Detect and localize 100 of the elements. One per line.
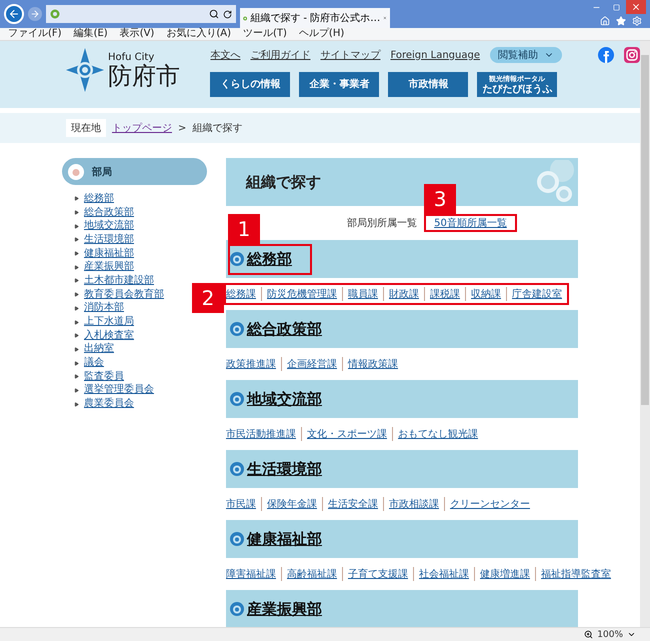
bullet-icon bbox=[74, 292, 79, 298]
division-link[interactable]: 庁舎建設室 bbox=[506, 287, 567, 301]
division-link[interactable]: 高齢福祉課 bbox=[281, 567, 342, 581]
bullet-icon bbox=[74, 264, 79, 270]
annotation-number: 3 bbox=[424, 184, 456, 214]
view-link[interactable]: 部局別所属一覧 bbox=[339, 216, 426, 230]
menu-item[interactable]: ツール(T) bbox=[243, 28, 287, 40]
close-icon bbox=[631, 2, 641, 12]
division-link[interactable]: 市民活動推進課 bbox=[226, 427, 301, 441]
division-link[interactable]: 障害福祉課 bbox=[226, 567, 281, 581]
sidebar-link[interactable]: 選挙管理委員会 bbox=[84, 384, 154, 396]
refresh-icon[interactable] bbox=[223, 10, 232, 18]
sidebar-link[interactable]: 土木都市建設部 bbox=[84, 274, 154, 287]
forward-button[interactable] bbox=[28, 7, 42, 21]
bullet-icon bbox=[74, 210, 79, 216]
division-link[interactable]: 健康増進課 bbox=[474, 567, 535, 581]
division-link[interactable]: 情報政策課 bbox=[342, 357, 403, 371]
sidebar-link[interactable]: 監査委員 bbox=[84, 370, 124, 383]
star-icon[interactable] bbox=[616, 16, 626, 26]
division-link[interactable]: 市民課 bbox=[226, 497, 261, 511]
division-link[interactable]: 防災危機管理課 bbox=[261, 287, 342, 301]
breadcrumb-link[interactable]: トップページ bbox=[112, 121, 172, 135]
department-link[interactable]: 総務部 bbox=[247, 250, 292, 268]
instagram-icon[interactable] bbox=[624, 47, 640, 63]
city-emblem-icon bbox=[66, 48, 104, 92]
nav-button[interactable]: くらしの情報 bbox=[210, 72, 290, 97]
breadcrumb-current: 組織で探す bbox=[192, 122, 242, 135]
sidebar-link[interactable]: 出納室 bbox=[84, 343, 114, 356]
sidebar-link[interactable]: 議会 bbox=[84, 357, 104, 370]
department-link[interactable]: 健康福祉部 bbox=[247, 530, 322, 548]
facebook-icon[interactable] bbox=[598, 47, 614, 63]
header-link[interactable]: ご利用ガイド bbox=[250, 48, 310, 62]
sidebar-link[interactable]: 教育委員会教育部 bbox=[84, 288, 164, 301]
nav-button[interactable]: 企業・事業者 bbox=[299, 72, 380, 97]
bullet-icon bbox=[74, 374, 79, 380]
bullet-icon bbox=[74, 224, 79, 229]
home-icon[interactable] bbox=[600, 16, 610, 26]
bullet-icon bbox=[74, 360, 79, 366]
city-name-english: Hofu City bbox=[108, 52, 156, 62]
header-link[interactable]: 本文へ bbox=[210, 48, 240, 62]
division-link[interactable]: 福祉指導監査室 bbox=[535, 567, 616, 581]
sidebar-link[interactable]: 産業振興部 bbox=[84, 261, 134, 274]
caret-icon[interactable] bbox=[627, 630, 636, 639]
tab-title: 組織で探す - 防府市公式ホ… bbox=[250, 12, 380, 25]
bullet-icon bbox=[74, 333, 79, 338]
department-link[interactable]: 産業振興部 bbox=[247, 600, 322, 618]
sidebar-link[interactable]: 入札検査室 bbox=[84, 330, 134, 342]
scrollbar-thumb[interactable] bbox=[641, 55, 649, 405]
settings-icon[interactable] bbox=[632, 16, 642, 26]
menu-item[interactable]: 表示(V) bbox=[120, 28, 154, 40]
back-button[interactable] bbox=[4, 4, 24, 24]
accessibility-button[interactable]: 閲覧補助 bbox=[490, 47, 562, 63]
search-icon[interactable] bbox=[209, 9, 219, 19]
division-link[interactable]: 生活安全課 bbox=[322, 497, 383, 511]
sidebar-link[interactable]: 総務部 bbox=[84, 192, 114, 205]
division-link[interactable]: 子育て支援課 bbox=[342, 567, 413, 581]
bullet-icon bbox=[74, 278, 79, 284]
scrollbar[interactable] bbox=[640, 41, 650, 627]
bullet-icon bbox=[74, 196, 79, 202]
department-link[interactable]: 地域交流部 bbox=[247, 390, 322, 408]
department-link[interactable]: 総合政策部 bbox=[247, 320, 322, 338]
sidebar-link[interactable]: 地域交流部 bbox=[84, 220, 134, 232]
department-link[interactable]: 生活環境部 bbox=[247, 460, 322, 478]
division-link[interactable]: おもてなし観光課 bbox=[392, 427, 483, 441]
division-link[interactable]: 総務課 bbox=[226, 287, 261, 301]
division-link[interactable]: 政策推進課 bbox=[226, 357, 281, 371]
sidebar-link[interactable]: 健康福祉部 bbox=[84, 248, 134, 260]
division-link[interactable]: 文化・スポーツ課 bbox=[301, 427, 392, 441]
division-link[interactable]: 保険年金課 bbox=[261, 497, 322, 511]
header-link[interactable]: Foreign Language bbox=[390, 50, 480, 60]
bullet-icon bbox=[74, 346, 79, 352]
bullet-icon bbox=[74, 251, 79, 256]
location-label: 現在地 bbox=[66, 119, 106, 137]
restore-icon bbox=[612, 4, 620, 10]
address-field[interactable] bbox=[46, 5, 236, 23]
division-link[interactable]: 市政相談課 bbox=[383, 497, 444, 511]
sidebar-title: 部局 bbox=[92, 166, 112, 178]
division-link[interactable]: 企画経営課 bbox=[281, 357, 342, 371]
close-button[interactable] bbox=[626, 0, 646, 14]
division-link[interactable]: 財政課 bbox=[383, 287, 424, 301]
sidebar-link[interactable]: 上下水道局 bbox=[84, 316, 134, 328]
header-link[interactable]: サイトマップ bbox=[320, 48, 380, 62]
zoom-level[interactable]: 100% bbox=[597, 630, 623, 640]
menu-item[interactable]: お気に入り(A) bbox=[166, 28, 231, 40]
division-link[interactable]: 課税課 bbox=[424, 287, 465, 301]
sidebar-link[interactable]: 生活環境部 bbox=[84, 234, 134, 246]
division-link[interactable]: 収納課 bbox=[465, 287, 506, 301]
division-link[interactable]: 社会福祉課 bbox=[413, 567, 474, 581]
menu-item[interactable]: 編集(E) bbox=[74, 28, 108, 40]
menu-item[interactable]: ファイル(F) bbox=[8, 28, 62, 40]
breadcrumb-separator: > bbox=[178, 122, 186, 134]
browser-tab[interactable]: 組織で探す - 防府市公式ホ… bbox=[240, 8, 390, 28]
division-link[interactable]: 職員課 bbox=[342, 287, 383, 301]
nav-button[interactable]: 市政情報 bbox=[388, 72, 468, 97]
menu-item[interactable]: ヘルプ(H) bbox=[298, 28, 344, 40]
sidebar-link[interactable]: 農業委員会 bbox=[84, 398, 134, 410]
sidebar-link[interactable]: 総合政策部 bbox=[84, 206, 134, 219]
sidebar-link[interactable]: 消防本部 bbox=[84, 302, 124, 314]
division-link[interactable]: クリーンセンター bbox=[444, 497, 535, 511]
page-title: 組織で探す bbox=[246, 172, 321, 192]
